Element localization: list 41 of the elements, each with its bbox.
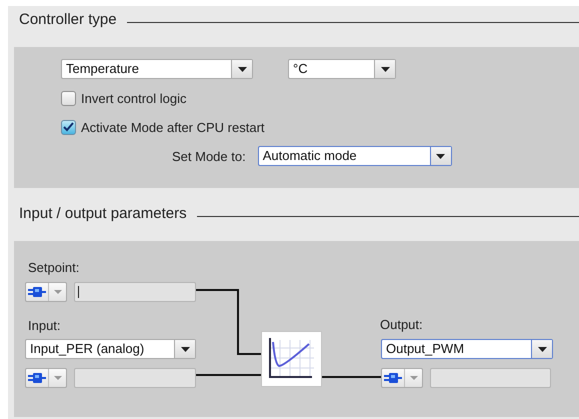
dropdown-value: Input_PER (analog): [29, 340, 146, 358]
controller-block[interactable]: [261, 331, 322, 387]
connection-line: [196, 374, 261, 376]
checkbox-label: Invert control logic: [81, 90, 186, 106]
plug-icon: [384, 373, 402, 383]
caret-icon: [54, 290, 62, 294]
dropdown-value: Automatic mode: [262, 147, 358, 165]
dropdown-value: Temperature: [65, 60, 140, 78]
dropdown-value: Output_PWM: [385, 340, 466, 358]
connection-line: [322, 376, 381, 378]
dropdown-value: °C: [292, 60, 309, 78]
checkbox[interactable]: [61, 90, 76, 106]
output-label: Output:: [380, 317, 423, 332]
plug-icon: [28, 373, 46, 383]
input-label: Input:: [28, 318, 61, 333]
dropdown[interactable]: Output_PWM: [381, 339, 553, 359]
set-mode-label: Set Mode to:: [172, 148, 246, 164]
caret-icon: [180, 346, 190, 352]
input-field[interactable]: [430, 368, 551, 388]
plug-icon: [28, 287, 46, 297]
dropdown[interactable]: Automatic mode: [258, 146, 452, 166]
connector-button[interactable]: [25, 282, 67, 302]
caret-icon: [380, 66, 390, 72]
connection-line: [196, 289, 261, 355]
section-heading: Input / output parameters: [19, 204, 187, 222]
dropdown[interactable]: °C: [288, 59, 396, 79]
connector-button[interactable]: [25, 368, 67, 388]
caret-icon: [538, 346, 546, 352]
input-field[interactable]: [74, 368, 196, 388]
dropdown[interactable]: Temperature: [61, 59, 253, 79]
checkbox-label: Activate Mode after CPU restart: [81, 120, 265, 134]
caret-icon: [54, 376, 62, 380]
section-heading: Controller type: [19, 10, 117, 28]
caret-icon: [238, 66, 246, 72]
input-field[interactable]: [74, 282, 196, 302]
caret-icon: [410, 376, 418, 380]
setpoint-label: Setpoint:: [28, 260, 80, 275]
connector-button[interactable]: [381, 368, 423, 388]
dropdown[interactable]: Input_PER (analog): [25, 339, 196, 359]
caret-icon: [436, 154, 446, 158]
checkbox[interactable]: [61, 120, 76, 134]
